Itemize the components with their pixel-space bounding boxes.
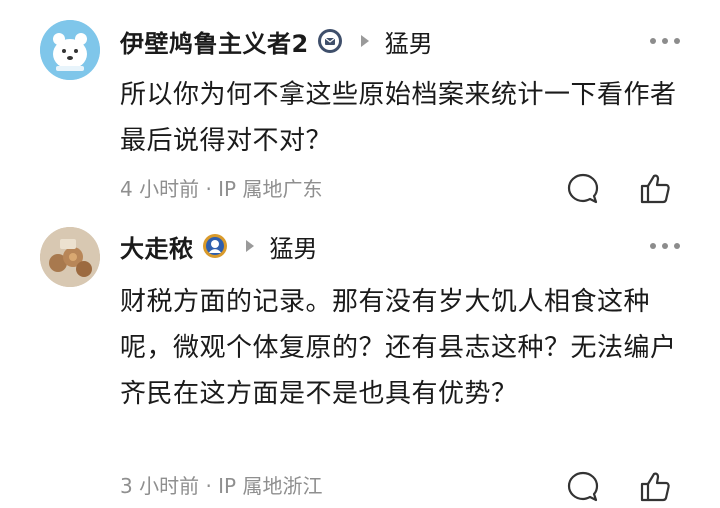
reply-target-username[interactable]: 猛男	[385, 24, 433, 59]
comment-text: 财税方面的记录。那有没有岁大饥人相食这种呢，微观个体复原的？还有县志这种？无法编…	[120, 287, 677, 409]
username[interactable]: 伊壁鸠鲁主义者2	[120, 24, 309, 59]
comment-item: 大走秾 猛男 财税方面的记录。那有没有岁大饥人相食这种呢，微观个体复原的？还有县…	[0, 227, 720, 508]
like-icon[interactable]	[638, 470, 672, 504]
comment-item: 伊壁鸠鲁主义者2 猛男 所以你为何不拿这些原始档案来统计一下看作者最后说得对不对…	[0, 0, 720, 230]
like-icon[interactable]	[638, 172, 672, 206]
more-options-icon[interactable]	[650, 21, 680, 61]
reply-arrow-icon	[360, 35, 369, 47]
user-avatar[interactable]	[40, 20, 100, 80]
comment-header: 大走秾 猛男	[120, 226, 318, 266]
user-avatar[interactable]	[40, 227, 100, 287]
reply-arrow-icon	[245, 240, 254, 252]
comment-meta: 4 小时前 · IP 属地广东	[120, 177, 323, 201]
comment-meta: 3 小时前 · IP 属地浙江	[120, 474, 323, 498]
comment-icon[interactable]	[566, 172, 600, 206]
comment-icon[interactable]	[566, 470, 600, 504]
reply-target-username[interactable]: 猛男	[270, 229, 318, 264]
username[interactable]: 大走秾	[120, 229, 194, 264]
comment-header: 伊壁鸠鲁主义者2 猛男	[120, 21, 433, 61]
cartoon-animal-icon	[40, 20, 100, 80]
photo-avatar-icon	[40, 227, 100, 287]
verified-badge-icon	[317, 28, 343, 54]
gold-badge-icon	[202, 233, 228, 259]
comment-text: 所以你为何不拿这些原始档案来统计一下看作者最后说得对不对？	[120, 80, 677, 156]
more-options-icon[interactable]	[650, 226, 680, 266]
